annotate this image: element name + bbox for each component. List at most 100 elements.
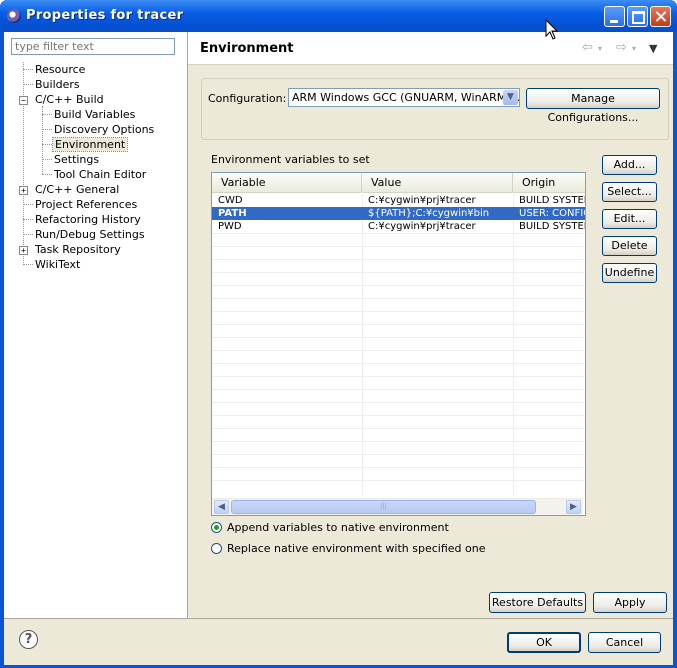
tree-connector bbox=[23, 264, 33, 265]
forward-arrow-icon[interactable]: ⇨ bbox=[616, 40, 627, 55]
delete-button[interactable]: Delete bbox=[602, 236, 657, 256]
tree-item-refactoring-history[interactable]: Refactoring History bbox=[35, 212, 141, 227]
navigation-pane: Resource Builders − C/C++ Build Build Va… bbox=[4, 32, 188, 618]
row-divider bbox=[212, 324, 585, 325]
cancel-button[interactable]: Cancel bbox=[588, 632, 661, 653]
row-divider bbox=[212, 233, 585, 234]
tree-item-settings[interactable]: Settings bbox=[54, 152, 99, 167]
dialog-body: Resource Builders − C/C++ Build Build Va… bbox=[4, 32, 673, 665]
tree-connector bbox=[23, 204, 33, 205]
back-dropdown-icon[interactable]: ▾ bbox=[598, 44, 602, 53]
cell-value: ${PATH};C:¥cygwin¥bin bbox=[368, 208, 490, 219]
dialog-button-bar: ? OK Cancel bbox=[4, 618, 673, 665]
row-divider bbox=[212, 350, 585, 351]
maximize-button[interactable] bbox=[627, 6, 648, 27]
tree-item-cpp-general[interactable]: C/C++ General bbox=[35, 182, 119, 197]
tree-item-wikitext[interactable]: WikiText bbox=[35, 257, 80, 272]
append-variables-label: Append variables to native environment bbox=[227, 521, 449, 534]
cell-variable: CWD bbox=[218, 195, 243, 206]
tree-item-cpp-build[interactable]: C/C++ Build bbox=[35, 92, 104, 107]
view-menu-icon[interactable]: ▼ bbox=[649, 42, 657, 55]
row-divider bbox=[212, 389, 585, 390]
title-bar[interactable]: Properties for tracer bbox=[0, 0, 677, 32]
tree-connector bbox=[42, 174, 52, 175]
table-row[interactable]: CWD C:¥cygwin¥prj¥tracer BUILD SYSTEM bbox=[212, 194, 585, 207]
row-divider bbox=[212, 311, 585, 312]
eclipse-icon bbox=[7, 9, 21, 23]
horizontal-scrollbar[interactable]: ◀ ||| ▶ bbox=[212, 498, 583, 515]
scroll-left-icon[interactable]: ◀ bbox=[214, 500, 229, 514]
radio-indicator[interactable] bbox=[211, 543, 222, 554]
tree-item-project-references[interactable]: Project References bbox=[35, 197, 137, 212]
scroll-right-icon[interactable]: ▶ bbox=[566, 500, 581, 514]
tree-item-run-debug-settings[interactable]: Run/Debug Settings bbox=[35, 227, 145, 242]
tree-connector bbox=[42, 144, 52, 145]
row-divider bbox=[212, 454, 585, 455]
page-title: Environment bbox=[200, 41, 294, 56]
collapse-icon[interactable]: − bbox=[19, 96, 28, 105]
back-arrow-icon[interactable]: ⇦ bbox=[582, 40, 593, 55]
properties-dialog: Properties for tracer type filter text R… bbox=[0, 0, 677, 668]
row-divider bbox=[212, 259, 585, 260]
row-divider bbox=[212, 467, 585, 468]
tree-connector bbox=[23, 234, 33, 235]
configuration-value: ARM Windows GCC (GNUARM, WinARM, ... bbox=[292, 91, 520, 104]
cell-value: C:¥cygwin¥prj¥tracer bbox=[368, 221, 476, 232]
tree-item-discovery-options[interactable]: Discovery Options bbox=[54, 122, 154, 137]
configuration-combo[interactable]: ARM Windows GCC (GNUARM, WinARM, ... ▼ bbox=[288, 88, 520, 107]
tree-item-environment[interactable]: Environment bbox=[51, 137, 129, 152]
restore-defaults-button[interactable]: Restore Defaults bbox=[489, 592, 586, 613]
row-divider bbox=[212, 285, 585, 286]
apply-button[interactable]: Apply bbox=[593, 592, 667, 613]
tree-item-resource[interactable]: Resource bbox=[35, 62, 85, 77]
row-divider bbox=[212, 415, 585, 416]
cell-variable: PATH bbox=[218, 208, 247, 219]
tree-item-build-variables[interactable]: Build Variables bbox=[54, 107, 135, 122]
env-variables-label: Environment variables to set bbox=[211, 153, 370, 166]
expand-icon[interactable]: + bbox=[19, 186, 28, 195]
select-button[interactable]: Select... bbox=[602, 182, 657, 202]
cell-origin: BUILD SYSTEM bbox=[519, 221, 585, 232]
window-title: Properties for tracer bbox=[26, 8, 184, 23]
tree-connector bbox=[42, 159, 52, 160]
tree-item-tool-chain-editor[interactable]: Tool Chain Editor bbox=[54, 167, 146, 182]
edit-button[interactable]: Edit... bbox=[602, 209, 657, 229]
cell-origin: USER: CONFIG bbox=[519, 208, 585, 219]
tree-item-builders[interactable]: Builders bbox=[35, 77, 80, 92]
minimize-button[interactable] bbox=[604, 6, 625, 27]
scrollbar-thumb[interactable]: ||| bbox=[231, 500, 536, 514]
env-variables-table[interactable]: Variable Value Origin CWD C:¥cygwin¥prj¥… bbox=[211, 172, 586, 516]
add-button[interactable]: Add... bbox=[602, 155, 657, 175]
manage-configurations-button[interactable]: Manage Configurations... bbox=[526, 88, 660, 124]
tree-item-task-repository[interactable]: Task Repository bbox=[35, 242, 121, 257]
tree-connector bbox=[42, 114, 52, 115]
radio-indicator[interactable] bbox=[211, 522, 222, 533]
undefine-button[interactable]: Undefine bbox=[602, 263, 657, 283]
expand-icon[interactable]: + bbox=[19, 246, 28, 255]
tree-connector bbox=[23, 69, 33, 70]
environment-page: Environment ⇦ ▾ ⇨ ▾ ▼ Configuration: ARM… bbox=[188, 32, 673, 618]
row-divider bbox=[212, 441, 585, 442]
chevron-down-icon[interactable]: ▼ bbox=[503, 90, 518, 105]
table-row[interactable]: PWD C:¥cygwin¥prj¥tracer BUILD SYSTEM bbox=[212, 220, 585, 233]
tree-connector bbox=[42, 129, 52, 130]
mouse-cursor-icon bbox=[545, 19, 559, 40]
column-divider bbox=[513, 192, 514, 495]
cell-value: C:¥cygwin¥prj¥tracer bbox=[368, 195, 476, 206]
column-variable[interactable]: Variable bbox=[212, 173, 362, 192]
forward-dropdown-icon[interactable]: ▾ bbox=[632, 44, 636, 53]
tree-connector bbox=[23, 219, 33, 220]
table-row[interactable]: PATH ${PATH};C:¥cygwin¥bin USER: CONFIG bbox=[212, 207, 585, 220]
help-icon[interactable]: ? bbox=[19, 630, 38, 649]
page-header: Environment ⇦ ▾ ⇨ ▾ ▼ bbox=[188, 32, 673, 65]
row-divider bbox=[212, 246, 585, 247]
row-divider bbox=[212, 298, 585, 299]
row-divider bbox=[212, 272, 585, 273]
column-value[interactable]: Value bbox=[362, 173, 513, 192]
row-divider bbox=[212, 363, 585, 364]
filter-input[interactable] bbox=[11, 38, 175, 55]
ok-button[interactable]: OK bbox=[507, 632, 581, 653]
column-origin[interactable]: Origin bbox=[513, 173, 585, 192]
close-button[interactable] bbox=[650, 6, 671, 27]
row-divider bbox=[212, 402, 585, 403]
